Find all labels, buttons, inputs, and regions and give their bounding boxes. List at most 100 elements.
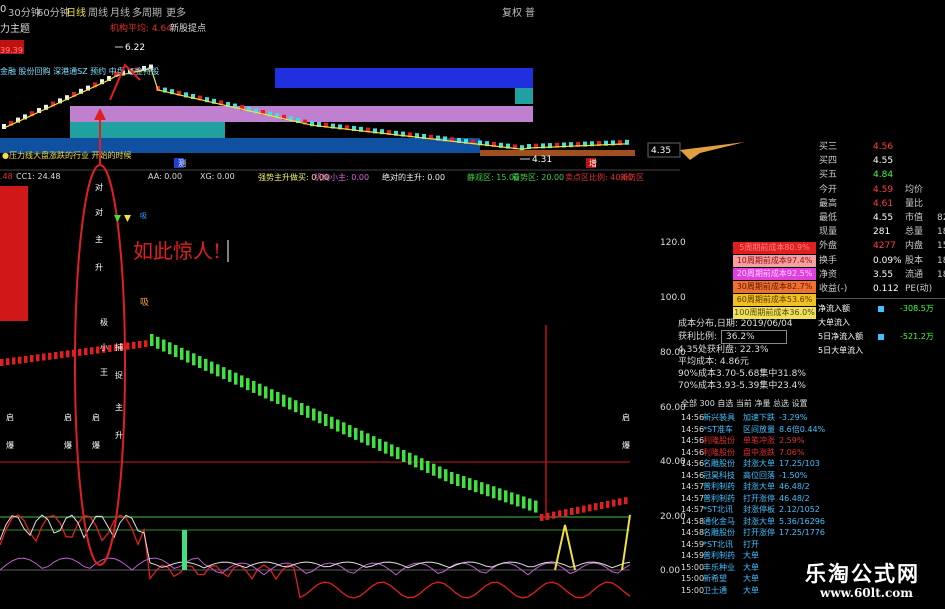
band-teal <box>70 122 225 138</box>
radar-action: 封涨停板 <box>743 505 775 514</box>
vtext-small-1: 小 <box>100 343 108 352</box>
ribbon-segment <box>48 352 52 360</box>
ribbon-segment <box>606 500 610 508</box>
radar-val: 5.36/16296 <box>779 516 825 526</box>
radar-tab[interactable]: 设置 <box>792 399 808 408</box>
flow-label: 5日大单流入 <box>818 346 864 355</box>
ribbon-segment <box>366 433 370 446</box>
chip-avg-cost: 平均成本: 4.86元 <box>678 357 749 367</box>
chip-profit-label: 获利比例: <box>678 332 718 342</box>
radar-time: 14:56 <box>681 413 705 422</box>
radar-name: 普利制药 <box>703 482 735 491</box>
ribbon-segment <box>390 444 394 457</box>
ribbon-segment <box>156 336 160 349</box>
side-label-bao: 爆 <box>92 440 100 450</box>
ribbon-segment <box>522 496 526 509</box>
radar-val: 2.59% <box>779 436 805 445</box>
side-label-qi: 启 <box>92 412 100 422</box>
radar-val: -3.29% <box>779 413 808 422</box>
side-label-bao: 爆 <box>64 440 72 450</box>
chip-distribution-panel: 成本分布,日期: 2019/06/04 获利比例: 36.2% 4.35处获利盘… <box>678 318 815 392</box>
radar-tab[interactable]: 300 <box>700 399 715 408</box>
vtext-right2-0: 主 <box>115 402 123 412</box>
ribbon-segment <box>558 510 562 518</box>
ribbon-segment <box>132 341 136 349</box>
radar-tab[interactable]: 总选 <box>773 399 789 408</box>
ribbon-segment <box>300 403 304 415</box>
cost-ladder-row: 60周期前成本53.6% <box>733 294 816 306</box>
money-flow-panel: 净流入额 -308.5万 大单流入 5日净流入额 -521.2万 5日大单流入 <box>818 303 945 363</box>
radar-time: 14:57 <box>681 493 705 503</box>
ribbon-segment <box>504 490 508 503</box>
quote-cell: 15 <box>937 241 945 252</box>
ribbon-segment <box>360 430 364 443</box>
radar-action: 高位回落 <box>743 470 775 480</box>
flow-label: 大单流入 <box>818 318 850 327</box>
kline-current-price: 4.35 <box>651 146 671 156</box>
indicator-value: XG: 0.00 <box>200 172 235 181</box>
radar-name: 新兴装具 <box>703 413 735 422</box>
y-tick: 120.0 <box>660 238 686 248</box>
ribbon-segment <box>276 391 280 404</box>
green-triangle-marker <box>114 215 121 222</box>
quote-cell: 买四 <box>819 156 838 167</box>
ribbon-segment <box>438 466 442 479</box>
radar-action: 封涨大单 <box>743 516 775 526</box>
radar-name: 名雕股份 <box>703 528 735 537</box>
radar-action: 大单 <box>743 562 759 572</box>
quote-row: 最低 4.55 市值 82 <box>815 211 945 225</box>
radar-action: 盘中涨跌 <box>743 447 775 457</box>
quote-row: 收益(-) 0.112 PE(动) <box>815 282 945 296</box>
ribbon-segment <box>528 498 532 511</box>
ribbon-segment <box>12 357 16 365</box>
ribbon-segment <box>204 358 208 371</box>
flow-bar <box>878 334 884 340</box>
quote-cell: 买三 <box>819 142 838 152</box>
ribbon-segment <box>30 355 34 363</box>
ribbon-segment <box>6 358 10 366</box>
cost-ladder-row: 20周期前成本92.5% <box>733 268 816 280</box>
flow-value: -521.2万 <box>900 332 934 341</box>
vtext-small-2: 王 <box>100 368 108 377</box>
indicator-red-block <box>0 186 28 321</box>
radar-tab[interactable]: 全部 <box>681 399 697 408</box>
chip-profit-line: 4.35处获利盘: 22.3% <box>678 345 769 355</box>
ribbon-segment <box>66 350 70 358</box>
radar-tab[interactable]: 当前 <box>736 399 752 408</box>
chip-profit-value: 36.2% <box>721 330 788 344</box>
ribbon-segment <box>282 394 286 407</box>
ribbon-segment <box>432 463 436 476</box>
ribbon-segment <box>402 449 406 462</box>
ribbon-segment <box>600 502 604 509</box>
ribbon-segment <box>138 341 142 349</box>
band-violet <box>70 106 533 122</box>
quote-cell: 18 <box>937 227 945 238</box>
vtext-small-0: 极 <box>100 317 108 327</box>
ribbon-segment <box>612 499 616 507</box>
radar-action: 封涨大单 <box>743 482 775 491</box>
radar-tab[interactable]: 自选 <box>717 399 733 408</box>
ribbon-segment <box>264 386 268 399</box>
radar-val: 46.48/2 <box>779 482 810 491</box>
radar-name: 卫士通 <box>703 585 727 595</box>
quote-cell: 收益(-) <box>819 284 848 294</box>
ribbon-segment <box>624 497 628 505</box>
ribbon-segment <box>258 383 262 396</box>
ribbon-segment <box>234 372 238 385</box>
radar-tab[interactable]: 净量 <box>754 399 770 408</box>
radar-time: 15:00 <box>681 562 705 572</box>
vtext-right-1: 捉 <box>115 370 123 380</box>
kline-marker-1: 测 <box>178 159 186 168</box>
radar-action: 区间放量 <box>743 424 775 434</box>
ribbon-band <box>0 334 628 521</box>
indicator-value: 看势区: 20.00 <box>512 173 565 182</box>
ribbon-segment <box>420 458 424 471</box>
radar-time: 14:56 <box>681 459 705 468</box>
ribbon-segment <box>594 503 598 511</box>
radar-action: 大单 <box>743 551 759 560</box>
yellow-triangle-marker <box>124 215 131 222</box>
ribbon-segment <box>570 508 574 515</box>
ribbon-segment <box>126 342 130 350</box>
quote-row: 净资 3.55 流通 18 <box>815 268 945 282</box>
indicator-value: AA: 0.00 <box>148 172 183 181</box>
